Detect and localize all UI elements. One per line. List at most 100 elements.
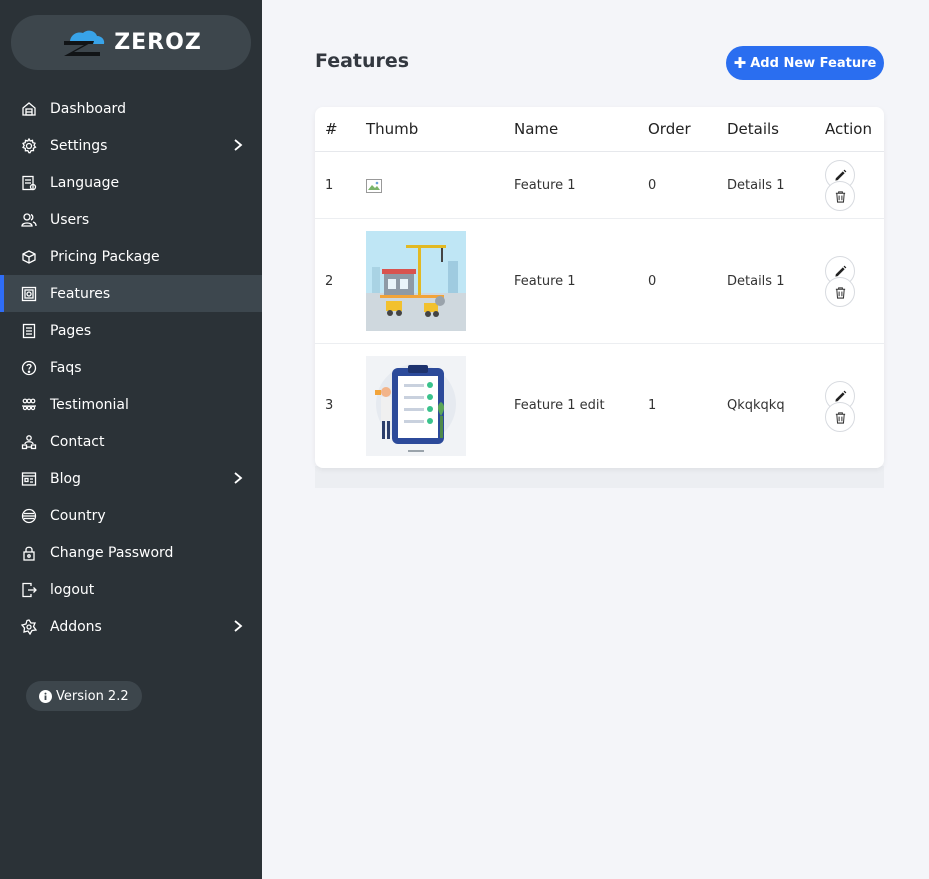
pages-icon [20,322,38,340]
testimonial-icon [20,396,38,414]
sidebar-item-label: Contact [50,433,105,450]
dashboard-icon [20,100,38,118]
chevron-right-icon [234,139,243,151]
sidebar-item-faqs[interactable]: Faqs [0,349,262,386]
pencil-icon [834,390,846,402]
sidebar-item-label: Testimonial [50,396,129,413]
sidebar-item-language[interactable]: Language [0,164,262,201]
sidebar-item-label: Blog [50,470,81,487]
version-text: Version 2.2 [56,688,129,704]
delete-button[interactable] [825,402,855,432]
header-name: Name [514,120,559,138]
zeroz-logo-icon [64,30,105,56]
sidebar-item-contact[interactable]: Contact [0,423,262,460]
sidebar-item-pricing-package[interactable]: Pricing Package [0,238,262,275]
country-icon [20,507,38,525]
users-icon [20,211,38,229]
sidebar-item-label: Dashboard [50,100,126,117]
checklist-illustration [366,356,466,456]
row-num: 2 [325,274,334,289]
thumb-broken-image [366,179,382,197]
sidebar-item-pages[interactable]: Pages [0,312,262,349]
header-order: Order [648,120,691,138]
trash-icon [835,190,845,203]
lock-icon [20,544,38,562]
sidebar-item-change-password[interactable]: Change Password [0,534,262,571]
table-row: 3 Feature 1 edit 1 Qkqkqkq [315,344,884,468]
card-footer-shadow [315,466,884,488]
delete-button[interactable] [825,181,855,211]
info-icon [39,689,52,703]
add-new-feature-label: Add New Feature [750,55,877,71]
row-num: 1 [325,178,334,193]
brand-logo[interactable]: ZEROZ [11,15,251,70]
row-order: 1 [648,398,657,413]
row-order: 0 [648,178,657,193]
header-action: Action [825,120,872,138]
trash-icon [835,411,845,424]
sidebar-item-label: Pricing Package [50,248,160,265]
table-row: 1 Feature 1 0 Details 1 [315,152,884,219]
sidebar-item-settings[interactable]: Settings [0,127,262,164]
sidebar-item-label: Settings [50,137,108,154]
sidebar-item-users[interactable]: Users [0,201,262,238]
table-header: # Thumb Name Order Details Action [315,107,884,152]
delete-button[interactable] [825,277,855,307]
row-details: Details 1 [727,274,785,289]
sidebar-item-label: Language [50,174,120,191]
pencil-icon [834,169,846,181]
sidebar-nav: Dashboard Settings Language Users Pricin… [0,90,262,645]
row-name: Feature 1 [514,178,576,193]
sidebar-item-features[interactable]: Features [0,275,262,312]
row-num: 3 [325,398,334,413]
chevron-right-icon [234,620,243,632]
sidebar-item-label: logout [50,581,95,598]
sidebar-item-label: Country [50,507,106,524]
page-title: Features [315,50,410,72]
sidebar-item-label: Features [50,285,111,302]
sidebar-item-label: Pages [50,322,92,339]
logout-icon [20,581,38,599]
sidebar-item-dashboard[interactable]: Dashboard [0,90,262,127]
pencil-icon [834,265,846,277]
contact-icon [20,433,38,451]
row-actions [825,256,857,308]
header-details: Details [727,120,780,138]
row-details: Details 1 [727,178,785,193]
row-actions [825,381,857,433]
chevron-right-icon [234,472,243,484]
construction-illustration [366,231,466,331]
pricing-icon [20,248,38,266]
sidebar-item-label: Faqs [50,359,82,376]
sidebar-item-country[interactable]: Country [0,497,262,534]
thumb-construction-image [366,231,466,331]
trash-icon [835,286,845,299]
header-num: # [325,120,338,138]
addons-icon [20,618,38,636]
sidebar-item-label: Users [50,211,90,228]
sidebar: ZEROZ Dashboard Settings Language Users … [0,0,262,879]
settings-icon [20,137,38,155]
sidebar-item-blog[interactable]: Blog [0,460,262,497]
row-order: 0 [648,274,657,289]
row-name: Feature 1 edit [514,398,605,413]
broken-image-icon [366,179,382,193]
sidebar-item-addons[interactable]: Addons [0,608,262,645]
row-actions [825,160,857,212]
faqs-icon [20,359,38,377]
blog-icon [20,470,38,488]
table-row: 2 Feature 1 0 Details 1 [315,219,884,344]
add-new-feature-button[interactable]: ✚ Add New Feature [726,46,884,80]
sidebar-item-label: Addons [50,618,102,635]
plus-icon: ✚ [733,54,747,72]
thumb-checklist-image [366,356,466,456]
header-thumb: Thumb [366,120,419,138]
sidebar-item-logout[interactable]: logout [0,571,262,608]
language-icon [20,174,38,192]
row-name: Feature 1 [514,274,576,289]
version-badge: Version 2.2 [26,681,142,711]
features-icon [20,285,38,303]
row-details: Qkqkqkq [727,398,785,413]
sidebar-item-testimonial[interactable]: Testimonial [0,386,262,423]
sidebar-item-label: Change Password [50,544,174,561]
